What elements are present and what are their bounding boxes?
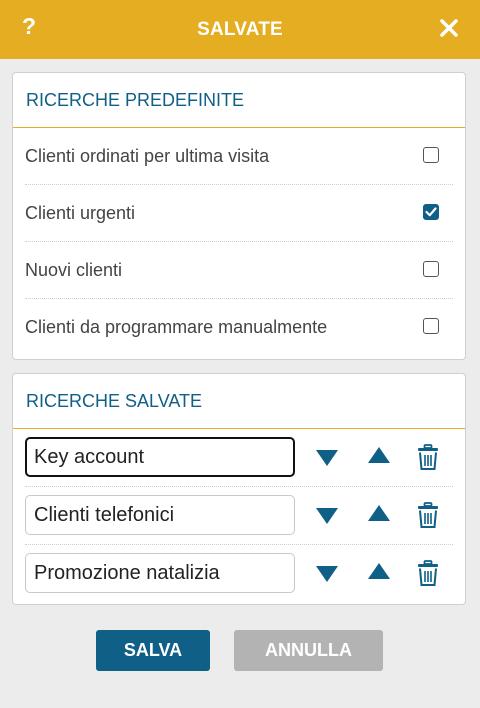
saved-row — [25, 429, 453, 487]
dialog-title: SALVATE — [197, 18, 283, 40]
saved-list — [13, 429, 465, 602]
predefined-label: Clienti urgenti — [25, 202, 136, 223]
arrow-down-icon[interactable] — [315, 449, 339, 472]
arrow-down-icon[interactable] — [315, 565, 339, 588]
saved-searches-title: RICERCHE SALVATE — [13, 374, 465, 429]
save-button[interactable]: SALVA — [96, 630, 210, 671]
arrow-up-icon[interactable] — [367, 562, 391, 585]
predefined-row: Clienti urgenti — [25, 185, 453, 242]
predefined-searches-title: RICERCHE PREDEFINITE — [13, 73, 465, 128]
saved-row — [25, 545, 453, 602]
saved-searches-panel: RICERCHE SALVATE — [12, 373, 466, 605]
predefined-checkbox[interactable] — [423, 147, 439, 163]
predefined-list: Clienti ordinati per ultima visita Clien… — [13, 128, 465, 355]
saved-search-name-input[interactable] — [25, 553, 295, 593]
arrow-up-icon[interactable] — [367, 504, 391, 527]
dialog-header: ? SALVATE — [0, 0, 480, 59]
saved-row — [25, 487, 453, 545]
saved-search-name-input[interactable] — [25, 495, 295, 535]
predefined-searches-panel: RICERCHE PREDEFINITE Clienti ordinati pe… — [12, 72, 466, 360]
predefined-checkbox[interactable] — [423, 204, 439, 220]
trash-icon[interactable] — [417, 502, 439, 533]
check-icon — [425, 207, 437, 217]
close-icon[interactable] — [438, 17, 460, 39]
predefined-label: Clienti ordinati per ultima visita — [25, 145, 270, 166]
predefined-row: Clienti da programmare manualmente — [25, 299, 453, 355]
arrow-down-icon[interactable] — [315, 507, 339, 530]
saved-search-name-input[interactable] — [25, 437, 295, 477]
predefined-label: Nuovi clienti — [25, 259, 123, 280]
predefined-checkbox[interactable] — [423, 261, 439, 277]
trash-icon[interactable] — [417, 560, 439, 591]
cancel-button[interactable]: ANNULLA — [234, 630, 383, 671]
predefined-row: Nuovi clienti — [25, 242, 453, 299]
arrow-up-icon[interactable] — [367, 446, 391, 469]
predefined-checkbox[interactable] — [423, 318, 439, 334]
predefined-row: Clienti ordinati per ultima visita — [25, 128, 453, 185]
help-icon[interactable]: ? — [22, 13, 36, 40]
predefined-label: Clienti da programmare manualmente — [25, 316, 328, 337]
trash-icon[interactable] — [417, 444, 439, 475]
